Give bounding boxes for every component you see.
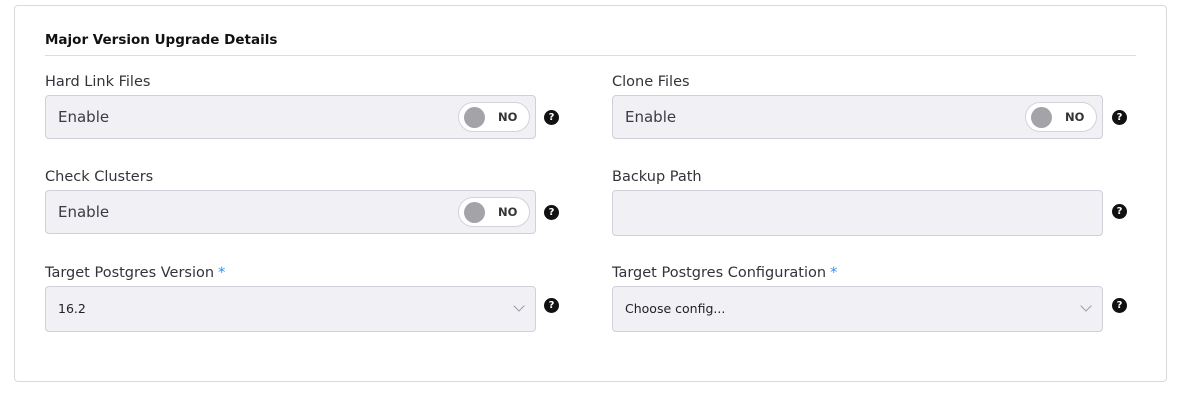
required-marker: * xyxy=(218,265,226,281)
target-version-select[interactable]: 16.2 xyxy=(45,286,536,332)
hard-link-files-label: Hard Link Files xyxy=(45,74,151,90)
target-config-label-text: Target Postgres Configuration xyxy=(612,265,827,281)
target-config-help-icon[interactable]: ? xyxy=(1112,298,1127,313)
check-clusters-toggle[interactable]: NO xyxy=(458,197,530,227)
chevron-down-icon xyxy=(513,300,525,312)
target-config-select[interactable]: Choose config... xyxy=(612,286,1103,332)
hard-link-files-toggle[interactable]: NO xyxy=(458,102,530,132)
target-config-value: Choose config... xyxy=(625,301,726,316)
target-version-label: Target Postgres Version * xyxy=(45,265,225,281)
toggle-state: NO xyxy=(498,110,518,124)
target-version-help-icon[interactable]: ? xyxy=(544,298,559,313)
toggle-state: NO xyxy=(1065,110,1085,124)
hard-link-help-icon[interactable]: ? xyxy=(544,110,559,125)
chevron-down-icon xyxy=(1080,300,1092,312)
target-config-label: Target Postgres Configuration * xyxy=(612,265,837,281)
check-clusters-field: Enable NO xyxy=(45,190,536,234)
toggle-knob xyxy=(1031,107,1052,128)
backup-path-label: Backup Path xyxy=(612,169,702,185)
check-clusters-help-icon[interactable]: ? xyxy=(544,205,559,220)
backup-path-help-icon[interactable]: ? xyxy=(1112,204,1127,219)
target-version-value: 16.2 xyxy=(58,301,86,316)
required-marker: * xyxy=(830,265,838,281)
section-title: Major Version Upgrade Details xyxy=(45,32,278,48)
hard-link-files-value: Enable xyxy=(58,108,110,126)
check-clusters-label: Check Clusters xyxy=(45,169,154,185)
target-version-label-text: Target Postgres Version xyxy=(45,265,215,281)
check-clusters-value: Enable xyxy=(58,203,110,221)
clone-files-help-icon[interactable]: ? xyxy=(1112,110,1127,125)
clone-files-field: Enable NO xyxy=(612,95,1103,139)
clone-files-value: Enable xyxy=(625,108,677,126)
section-divider xyxy=(45,55,1136,56)
clone-files-toggle[interactable]: NO xyxy=(1025,102,1097,132)
toggle-state: NO xyxy=(498,205,518,219)
hard-link-files-field: Enable NO xyxy=(45,95,536,139)
backup-path-input[interactable] xyxy=(612,190,1103,236)
toggle-knob xyxy=(464,107,485,128)
toggle-knob xyxy=(464,202,485,223)
clone-files-label: Clone Files xyxy=(612,74,690,90)
